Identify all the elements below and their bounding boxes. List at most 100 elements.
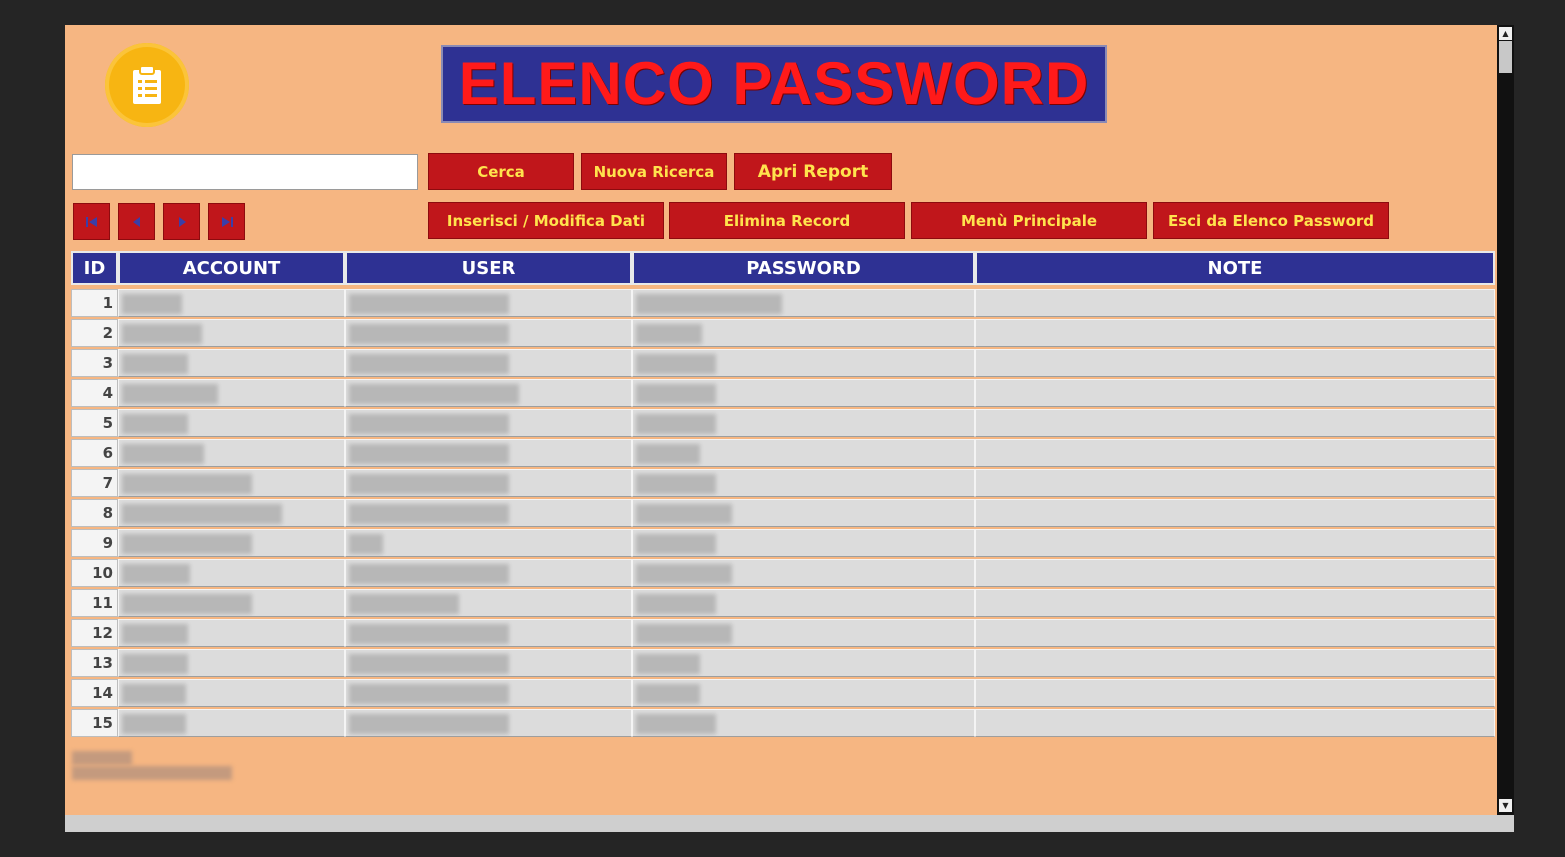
cell-note[interactable]	[975, 679, 1495, 707]
cell-user[interactable]	[345, 679, 632, 707]
next-record-button[interactable]	[163, 203, 200, 240]
scroll-up-icon[interactable]: ▲	[1499, 27, 1512, 40]
cell-note[interactable]	[975, 319, 1495, 347]
cell-password[interactable]	[632, 319, 975, 347]
table-row[interactable]: 14	[65, 679, 1497, 709]
cell-password[interactable]	[632, 349, 975, 377]
redacted-value	[636, 654, 700, 674]
cell-password[interactable]	[632, 499, 975, 527]
cell-account[interactable]	[118, 379, 345, 407]
cell-password[interactable]	[632, 469, 975, 497]
cell-user[interactable]	[345, 409, 632, 437]
redacted-value	[122, 534, 252, 554]
cell-account[interactable]	[118, 409, 345, 437]
table-row[interactable]: 15	[65, 709, 1497, 739]
cell-password[interactable]	[632, 649, 975, 677]
cell-note[interactable]	[975, 409, 1495, 437]
table-row[interactable]: 9	[65, 529, 1497, 559]
cell-note[interactable]	[975, 349, 1495, 377]
cell-user[interactable]	[345, 589, 632, 617]
table-row[interactable]: 10	[65, 559, 1497, 589]
table-row[interactable]: 7	[65, 469, 1497, 499]
cell-user[interactable]	[345, 709, 632, 737]
cell-account[interactable]	[118, 439, 345, 467]
redacted-value	[636, 444, 700, 464]
previous-record-button[interactable]	[118, 203, 155, 240]
vertical-scrollbar[interactable]: ▲ ▼	[1497, 25, 1514, 815]
cell-password[interactable]	[632, 529, 975, 557]
cell-note[interactable]	[975, 499, 1495, 527]
cell-password[interactable]	[632, 679, 975, 707]
search-input[interactable]	[72, 154, 418, 190]
cell-user[interactable]	[345, 349, 632, 377]
cell-user[interactable]	[345, 619, 632, 647]
cell-user[interactable]	[345, 439, 632, 467]
cell-note[interactable]	[975, 469, 1495, 497]
cell-account[interactable]	[118, 499, 345, 527]
table-row[interactable]: 6	[65, 439, 1497, 469]
cell-note[interactable]	[975, 619, 1495, 647]
redacted-value	[636, 384, 716, 404]
cell-user[interactable]	[345, 649, 632, 677]
table-row[interactable]: 12	[65, 619, 1497, 649]
cell-note[interactable]	[975, 709, 1495, 737]
cell-account[interactable]	[118, 589, 345, 617]
table-row[interactable]: 1	[65, 289, 1497, 319]
cell-account[interactable]	[118, 349, 345, 377]
cell-password[interactable]	[632, 409, 975, 437]
table-row[interactable]: 2	[65, 319, 1497, 349]
cell-account[interactable]	[118, 619, 345, 647]
table-row[interactable]: 3	[65, 349, 1497, 379]
cell-password[interactable]	[632, 439, 975, 467]
cell-note[interactable]	[975, 529, 1495, 557]
redacted-value	[122, 324, 202, 344]
cell-account[interactable]	[118, 649, 345, 677]
cell-account[interactable]	[118, 319, 345, 347]
cell-account[interactable]	[118, 559, 345, 587]
cell-user[interactable]	[345, 499, 632, 527]
cell-user[interactable]	[345, 559, 632, 587]
cell-note[interactable]	[975, 379, 1495, 407]
table-row[interactable]: 11	[65, 589, 1497, 619]
cell-user[interactable]	[345, 469, 632, 497]
redacted-value	[349, 384, 519, 404]
cell-account[interactable]	[118, 679, 345, 707]
cell-user[interactable]	[345, 379, 632, 407]
nuova-ricerca-button[interactable]: Nuova Ricerca	[581, 153, 727, 190]
table-row[interactable]: 13	[65, 649, 1497, 679]
table-row[interactable]: 4	[65, 379, 1497, 409]
esci-button[interactable]: Esci da Elenco Password	[1153, 202, 1389, 239]
last-record-button[interactable]	[208, 203, 245, 240]
table-row[interactable]: 8	[65, 499, 1497, 529]
horizontal-scrollbar[interactable]	[65, 815, 1514, 832]
cell-account[interactable]	[118, 709, 345, 737]
cell-note[interactable]	[975, 589, 1495, 617]
cell-note[interactable]	[975, 439, 1495, 467]
apri-report-button[interactable]: Apri Report	[734, 153, 892, 190]
cell-user[interactable]	[345, 289, 632, 317]
scroll-down-icon[interactable]: ▼	[1499, 799, 1512, 812]
cell-account[interactable]	[118, 289, 345, 317]
cell-user[interactable]	[345, 529, 632, 557]
cell-account[interactable]	[118, 469, 345, 497]
cell-password[interactable]	[632, 559, 975, 587]
cell-password[interactable]	[632, 589, 975, 617]
table-row[interactable]: 5	[65, 409, 1497, 439]
cerca-button[interactable]: Cerca	[428, 153, 574, 190]
cell-id: 4	[71, 379, 118, 407]
cell-note[interactable]	[975, 649, 1495, 677]
first-record-button[interactable]	[73, 203, 110, 240]
cell-password[interactable]	[632, 289, 975, 317]
cell-note[interactable]	[975, 559, 1495, 587]
cell-password[interactable]	[632, 379, 975, 407]
redacted-value	[636, 504, 732, 524]
cell-note[interactable]	[975, 289, 1495, 317]
cell-account[interactable]	[118, 529, 345, 557]
menu-principale-button[interactable]: Menù Principale	[911, 202, 1147, 239]
cell-password[interactable]	[632, 709, 975, 737]
elimina-record-button[interactable]: Elimina Record	[669, 202, 905, 239]
scrollbar-thumb[interactable]	[1499, 41, 1512, 73]
cell-password[interactable]	[632, 619, 975, 647]
inserisci-modifica-button[interactable]: Inserisci / Modifica Dati	[428, 202, 664, 239]
cell-user[interactable]	[345, 319, 632, 347]
